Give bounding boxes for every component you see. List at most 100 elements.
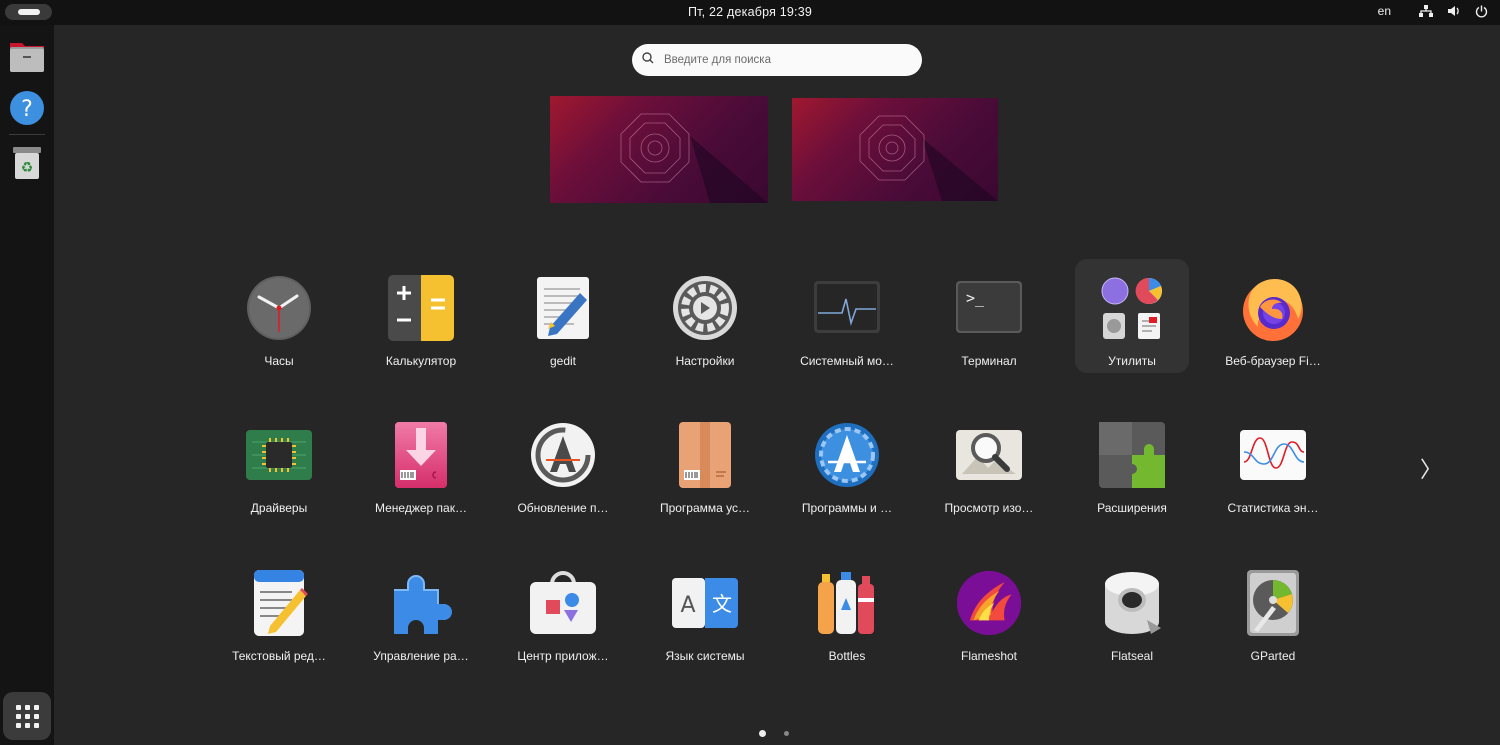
app-terminal[interactable]: >_ Терминал <box>932 259 1046 373</box>
drivers-chip-icon <box>246 422 312 488</box>
app-software-updater[interactable]: Обновление п… <box>506 406 620 520</box>
app-text-editor[interactable]: Текстовый ред… <box>222 554 336 668</box>
app-label: Программы и … <box>801 501 893 515</box>
firefox-icon <box>1240 275 1306 341</box>
files-app-icon[interactable] <box>7 36 47 76</box>
software-updater-icon <box>530 422 596 488</box>
gparted-icon <box>1240 570 1306 636</box>
folder-utilities[interactable]: Утилиты <box>1075 259 1189 373</box>
app-flameshot[interactable]: Flameshot <box>932 554 1046 668</box>
app-center-icon <box>530 570 596 636</box>
app-label: Управление ра… <box>373 649 469 663</box>
flatseal-icon <box>1099 570 1165 636</box>
next-page-arrow[interactable]: 〉 <box>1420 452 1442 484</box>
app-label: Системный мо… <box>800 354 894 368</box>
power-statistics-icon <box>1240 422 1306 488</box>
app-label: Текстовый ред… <box>232 649 326 663</box>
dock-separator <box>9 134 45 135</box>
app-label: Bottles <box>828 649 866 663</box>
clock-datetime[interactable]: Пт, 22 декабря 19:39 <box>0 5 1500 19</box>
top-bar: Пт, 22 декабря 19:39 en <box>0 0 1500 25</box>
search-icon <box>642 51 654 69</box>
app-label: Расширения <box>1097 501 1167 515</box>
app-label: Язык системы <box>665 649 745 663</box>
app-calculator[interactable]: Калькулятор <box>364 259 478 373</box>
app-gparted[interactable]: GParted <box>1216 554 1330 668</box>
app-bottles[interactable]: Bottles <box>790 554 904 668</box>
app-label: Драйверы <box>250 501 308 515</box>
app-label: Flameshot <box>960 649 1018 663</box>
workspace-thumbnail-2[interactable] <box>792 98 998 201</box>
grid-icon <box>15 704 39 728</box>
page-indicator <box>759 730 789 737</box>
app-extension-manager[interactable]: Управление ра… <box>364 554 478 668</box>
flameshot-icon <box>956 570 1022 636</box>
app-label: Статистика эн… <box>1227 501 1319 515</box>
app-settings[interactable]: Настройки <box>648 259 762 373</box>
clock-icon <box>246 275 312 341</box>
svg-text:文: 文 <box>712 592 732 616</box>
app-app-center[interactable]: Центр прилож… <box>506 554 620 668</box>
keyboard-layout-indicator[interactable]: en <box>1378 4 1391 18</box>
settings-gear-icon <box>672 275 738 341</box>
show-apps-button[interactable] <box>3 692 51 740</box>
app-label: Обновление п… <box>517 501 609 515</box>
app-label: Flatseal <box>1110 649 1154 663</box>
app-language[interactable]: A文 Язык системы <box>648 554 762 668</box>
svg-text:♻: ♻ <box>21 160 34 176</box>
svg-text:>_: >_ <box>966 289 985 307</box>
app-label: Калькулятор <box>385 354 457 368</box>
app-label: Часы <box>264 354 294 368</box>
bottles-icon <box>814 570 880 636</box>
language-icon: A文 <box>672 570 738 636</box>
network-icon[interactable] <box>1419 5 1433 17</box>
image-viewer-icon <box>956 422 1022 488</box>
app-label: Программа ус… <box>659 501 751 515</box>
terminal-icon: >_ <box>956 275 1022 341</box>
extensions-icon <box>1099 422 1165 488</box>
utilities-folder-icon <box>1099 275 1165 341</box>
app-software-sources[interactable]: Программы и … <box>790 406 904 520</box>
calculator-icon <box>388 275 454 341</box>
app-extensions[interactable]: Расширения <box>1075 406 1189 520</box>
extension-manager-icon <box>388 570 454 636</box>
app-flatseal[interactable]: Flatseal <box>1075 554 1189 668</box>
app-image-viewer[interactable]: Просмотр изо… <box>932 406 1046 520</box>
software-sources-icon <box>814 422 880 488</box>
app-package-installer[interactable]: Программа ус… <box>648 406 762 520</box>
dock: ? ♻ <box>0 25 54 745</box>
app-label: gedit <box>549 354 577 368</box>
volume-icon[interactable] <box>1447 5 1461 17</box>
app-clock[interactable]: Часы <box>222 259 336 373</box>
text-editor-icon <box>246 570 312 636</box>
power-icon[interactable] <box>1475 5 1488 18</box>
search-bar[interactable] <box>632 44 922 76</box>
system-tray[interactable]: en <box>1378 4 1488 18</box>
app-system-monitor[interactable]: Системный мо… <box>790 259 904 373</box>
app-label: GParted <box>1250 649 1296 663</box>
help-app-icon[interactable]: ? <box>7 88 47 128</box>
search-input[interactable] <box>662 53 906 67</box>
app-power-statistics[interactable]: Статистика эн… <box>1216 406 1330 520</box>
page-dot[interactable] <box>784 731 789 736</box>
package-manager-icon <box>388 422 454 488</box>
app-package-manager[interactable]: Менеджер пак… <box>364 406 478 520</box>
app-label: Утилиты <box>1108 354 1156 368</box>
app-label: Менеджер пак… <box>375 501 467 515</box>
gedit-icon <box>530 275 596 341</box>
app-firefox[interactable]: Веб-браузер Fi… <box>1216 259 1330 373</box>
app-label: Настройки <box>675 354 735 368</box>
app-drivers[interactable]: Драйверы <box>222 406 336 520</box>
package-installer-icon <box>672 422 738 488</box>
app-label: Центр прилож… <box>517 649 609 663</box>
trash-icon[interactable]: ♻ <box>7 143 47 183</box>
svg-text:?: ? <box>21 97 33 122</box>
app-label: Веб-браузер Fi… <box>1225 354 1321 368</box>
system-monitor-icon <box>814 275 880 341</box>
app-gedit[interactable]: gedit <box>506 259 620 373</box>
workspace-thumbnail-1[interactable] <box>550 96 768 203</box>
page-dot-active[interactable] <box>759 730 766 737</box>
app-label: Просмотр изо… <box>944 501 1034 515</box>
svg-text:A: A <box>680 593 695 618</box>
app-label: Терминал <box>961 354 1017 368</box>
